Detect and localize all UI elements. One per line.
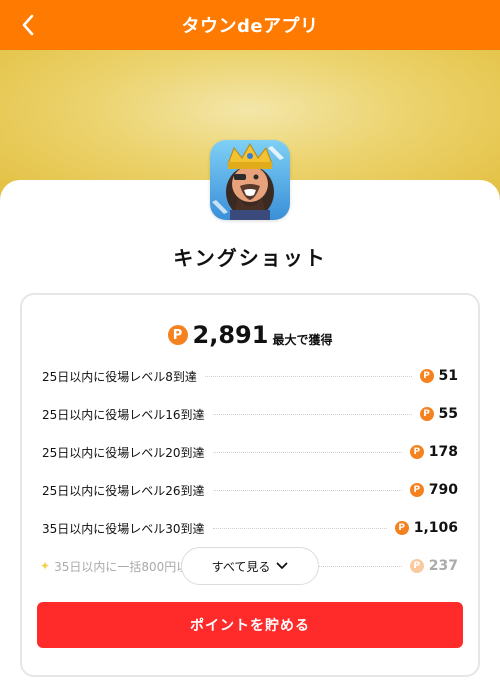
header-title: タウンdeアプリ (181, 16, 319, 37)
p-coin-icon: P (394, 521, 409, 535)
task-points: P 55 (419, 406, 458, 422)
task-points: P 51 (419, 368, 458, 384)
task-leader (212, 451, 402, 453)
task-label: 25日以内に役場レベル20到達 (42, 445, 205, 460)
app-header: タウンdeアプリ (0, 0, 500, 50)
p-coin-icon: P (167, 325, 188, 345)
task-points: P 1,106 (394, 520, 458, 536)
app-name: キングショット (173, 246, 327, 270)
p-coin-icon: P (409, 445, 424, 459)
task-points-value: 55 (438, 406, 458, 422)
task-label: 35日以内に一括800円以 (54, 559, 189, 574)
total-points-value: 2,891 (192, 321, 269, 349)
task-leader (212, 489, 402, 491)
task-row: 25日以内に役場レベル26到達 P 790 (42, 480, 458, 500)
total-points-suffix: 最大で獲得 (272, 332, 333, 347)
task-leader (212, 527, 387, 529)
task-row: 25日以内に役場レベル20到達 P 178 (42, 442, 458, 462)
task-row: 25日以内に役場レベル8到達 P 51 (42, 366, 458, 386)
chevron-down-icon (276, 562, 288, 569)
task-label: 25日以内に役場レベル16到達 (42, 407, 205, 422)
back-button[interactable] (12, 9, 44, 41)
task-leader (212, 413, 412, 415)
task-row: 35日以内に役場レベル30到達 P 1,106 (42, 518, 458, 538)
task-label: 25日以内に役場レベル26到達 (42, 483, 205, 498)
task-points-value: 237 (428, 558, 458, 574)
p-coin-icon: P (409, 559, 424, 573)
task-points: P 790 (409, 482, 458, 498)
task-points: P 178 (409, 444, 458, 460)
task-points-value: 178 (428, 444, 458, 460)
total-points: P 2,891 最大で獲得 (0, 320, 500, 350)
chevron-left-icon (22, 14, 34, 36)
see-all-label: すべて見る (211, 559, 271, 574)
p-coin-icon: P (419, 407, 434, 421)
task-points-value: 790 (428, 482, 458, 498)
see-all-button[interactable]: すべて見る (181, 547, 319, 585)
task-points-value: 51 (438, 368, 458, 384)
p-coin-icon: P (419, 369, 434, 383)
task-points-value: 1,106 (413, 520, 458, 536)
save-points-label: ポイントを貯める (190, 618, 310, 634)
app-icon (210, 140, 290, 220)
task-label: 35日以内に役場レベル30到達 (42, 521, 205, 536)
task-row: 25日以内に役場レベル16到達 P 55 (42, 404, 458, 424)
task-points: P 237 (409, 558, 458, 574)
p-coin-icon: P (409, 483, 424, 497)
save-points-button[interactable]: ポイントを貯める (37, 602, 463, 648)
sparkle-icon: ✦ (40, 559, 51, 573)
task-leader (204, 375, 412, 377)
task-label: 25日以内に役場レベル8到達 (42, 369, 197, 384)
